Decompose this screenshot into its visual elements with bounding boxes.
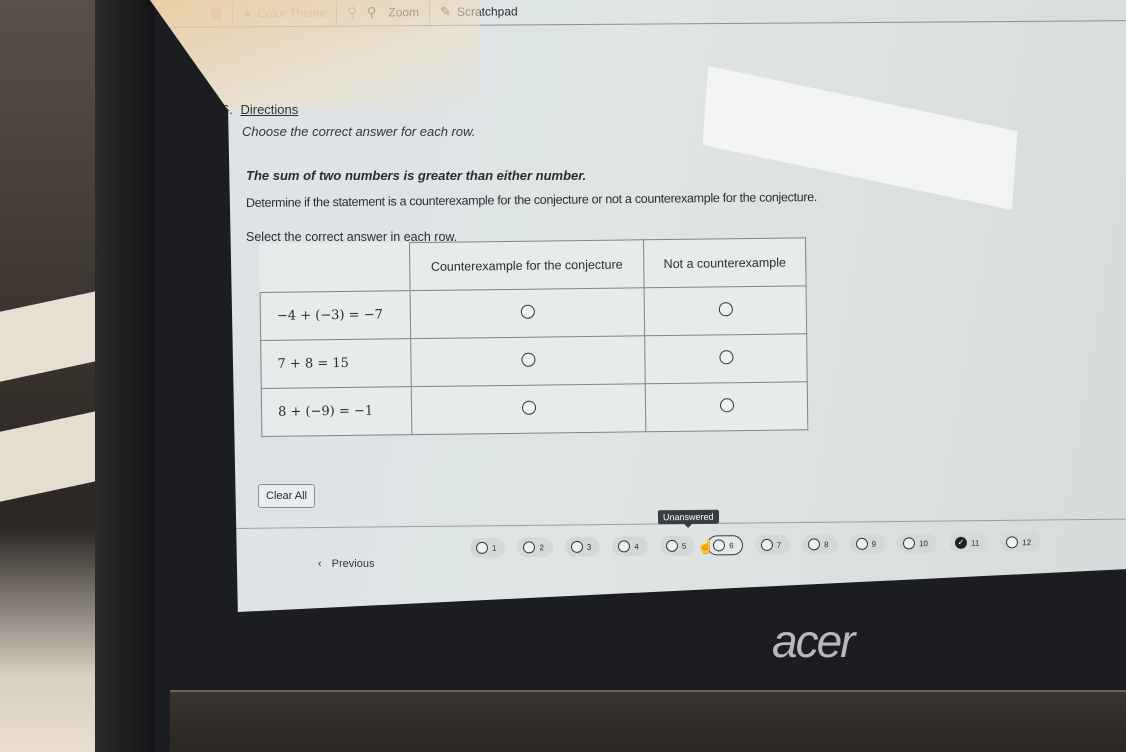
question-nav-number: 3: [586, 542, 592, 552]
unanswered-circle-icon: [760, 538, 773, 551]
question-nav-5[interactable]: 5: [659, 535, 696, 557]
question-nav-8[interactable]: 8: [802, 534, 838, 555]
question-nav-number: 12: [1022, 537, 1032, 547]
floor-tile: [0, 288, 110, 382]
chevron-left-icon: ‹: [318, 558, 322, 570]
question-nav-7[interactable]: 7: [754, 534, 791, 556]
header-empty-cell: [259, 242, 411, 293]
row-statement: −4 + (−3) = −7: [260, 290, 411, 341]
instruction-text: Choose the correct answer for each row.: [242, 124, 476, 139]
screen: ▦ ● Color Theme ⚲ ⚲ Zoom ✎ Scratchpad 6.…: [150, 0, 1126, 612]
question-nav-number: 1: [491, 543, 497, 553]
row-option-cell: [644, 333, 808, 384]
laptop-bezel-side: [95, 0, 155, 752]
color-theme-label: Color Theme: [257, 5, 327, 20]
previous-label: Previous: [331, 558, 375, 570]
toolbar-divider: [428, 0, 431, 23]
question-nav-number: 8: [824, 539, 829, 549]
question-nav-2[interactable]: 2: [517, 537, 554, 558]
background-room: [0, 0, 110, 752]
unanswered-circle-icon: [902, 537, 916, 550]
previous-button[interactable]: ‹ Previous: [318, 558, 374, 570]
determine-text: Determine if the statement is a countere…: [245, 190, 818, 210]
row-option-cell: [411, 383, 646, 435]
table-row: −4 + (−3) = −7: [260, 285, 807, 341]
unanswered-circle-icon: [475, 541, 489, 554]
row-statement: 8 + (−9) = −1: [261, 386, 412, 437]
calculator-button[interactable]: ▦: [210, 2, 222, 24]
floor-tile: [0, 408, 110, 502]
radio-not-counterexample[interactable]: [718, 302, 733, 317]
answer-table: Counterexample for the conjecture Not a …: [259, 237, 809, 437]
radio-counterexample[interactable]: [521, 400, 536, 415]
unanswered-circle-icon: [570, 540, 583, 553]
hand-cursor-icon: ☝: [697, 538, 715, 554]
row-option-cell: [645, 381, 808, 432]
question-navigator: 1 2 3 4 5 6 7 8 9 10 ✓ 11 12: [469, 532, 1041, 558]
row-option-cell: [410, 287, 645, 339]
row-option-cell: [410, 335, 646, 387]
unanswered-circle-icon: [855, 537, 868, 550]
question-content: 6. Directions Choose the correct answer …: [222, 102, 1122, 508]
question-nav-9[interactable]: 9: [849, 533, 886, 555]
conjecture-text: The sum of two numbers is greater than e…: [246, 168, 587, 183]
unanswered-circle-icon: [713, 539, 726, 552]
question-nav-4[interactable]: 4: [612, 536, 648, 557]
question-nav-number: 9: [871, 539, 877, 549]
question-header: 6. Directions: [222, 102, 1122, 117]
question-nav-3[interactable]: 3: [564, 536, 601, 558]
calculator-icon: ▦: [209, 4, 223, 21]
question-nav-11[interactable]: ✓ 11: [948, 532, 989, 553]
question-nav-number: 5: [681, 541, 687, 551]
zoom-in-icon: ⚲: [366, 3, 377, 19]
table-row: 7 + 8 = 15: [260, 333, 808, 389]
checkmark-icon: ✓: [954, 536, 968, 549]
directions-link[interactable]: Directions: [240, 102, 298, 117]
row-statement: 7 + 8 = 15: [260, 338, 412, 389]
palette-icon: ●: [243, 5, 252, 21]
unanswered-circle-icon: [618, 540, 631, 553]
question-nav-number: 2: [539, 542, 544, 552]
color-theme-button[interactable]: ● Color Theme: [243, 1, 326, 24]
unanswered-circle-icon: [523, 541, 536, 554]
scratchpad-icon: ✎: [439, 3, 451, 19]
laptop-base: [170, 690, 1126, 752]
radio-not-counterexample[interactable]: [719, 398, 734, 413]
zoom-out-button[interactable]: ⚲: [347, 1, 357, 23]
question-nav-number: 4: [634, 541, 639, 551]
toolbar-divider: [336, 1, 338, 24]
table-header-row: Counterexample for the conjecture Not a …: [259, 237, 807, 293]
unanswered-circle-icon: [1006, 536, 1019, 549]
zoom-label: Zoom: [388, 4, 420, 19]
zoom-out-icon: ⚲: [347, 4, 357, 20]
clear-all-button[interactable]: Clear All: [258, 484, 315, 508]
question-nav-number: 11: [970, 538, 980, 548]
brand-logo: acer: [772, 615, 855, 667]
question-nav-number: 10: [919, 538, 929, 548]
question-nav-number: 6: [729, 540, 734, 550]
radio-not-counterexample[interactable]: [718, 350, 734, 365]
scratchpad-button[interactable]: ✎ Scratchpad: [440, 0, 518, 22]
screen-glare: [702, 65, 1018, 211]
unanswered-circle-icon: [665, 539, 678, 552]
toolbar: ▦ ● Color Theme ⚲ ⚲ Zoom ✎ Scratchpad: [150, 0, 1126, 28]
radio-counterexample[interactable]: [520, 304, 535, 319]
table-row: 8 + (−9) = −1: [261, 381, 808, 437]
question-nav-number: 7: [776, 540, 782, 550]
radio-counterexample[interactable]: [520, 352, 536, 367]
unanswered-circle-icon: [808, 538, 821, 551]
question-nav-10[interactable]: 10: [896, 533, 938, 554]
scratchpad-label: Scratchpad: [456, 3, 518, 19]
header-counterexample: Counterexample for the conjecture: [409, 239, 645, 291]
row-option-cell: [644, 285, 807, 336]
unanswered-tooltip: Unanswered: [657, 509, 719, 525]
question-nav-12[interactable]: 12: [1000, 532, 1041, 553]
toolbar-divider: [232, 1, 234, 24]
zoom-in-button[interactable]: ⚲ Zoom: [367, 1, 419, 23]
header-not-counterexample: Not a counterexample: [643, 237, 807, 288]
question-nav-1[interactable]: 1: [469, 537, 506, 558]
